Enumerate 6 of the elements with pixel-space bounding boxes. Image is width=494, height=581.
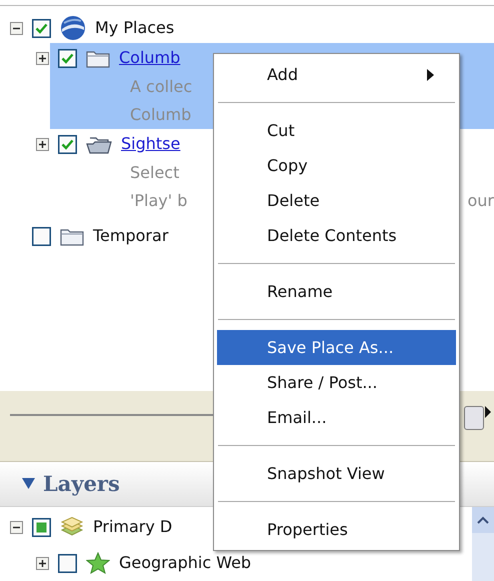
place-description: Select bbox=[130, 162, 180, 184]
place-description: Columb bbox=[130, 104, 192, 126]
place-description: A collec bbox=[130, 76, 192, 98]
panel-title: Layers bbox=[43, 470, 120, 498]
place-description: our bbox=[467, 190, 494, 212]
place-description: 'Play' b bbox=[130, 190, 188, 212]
